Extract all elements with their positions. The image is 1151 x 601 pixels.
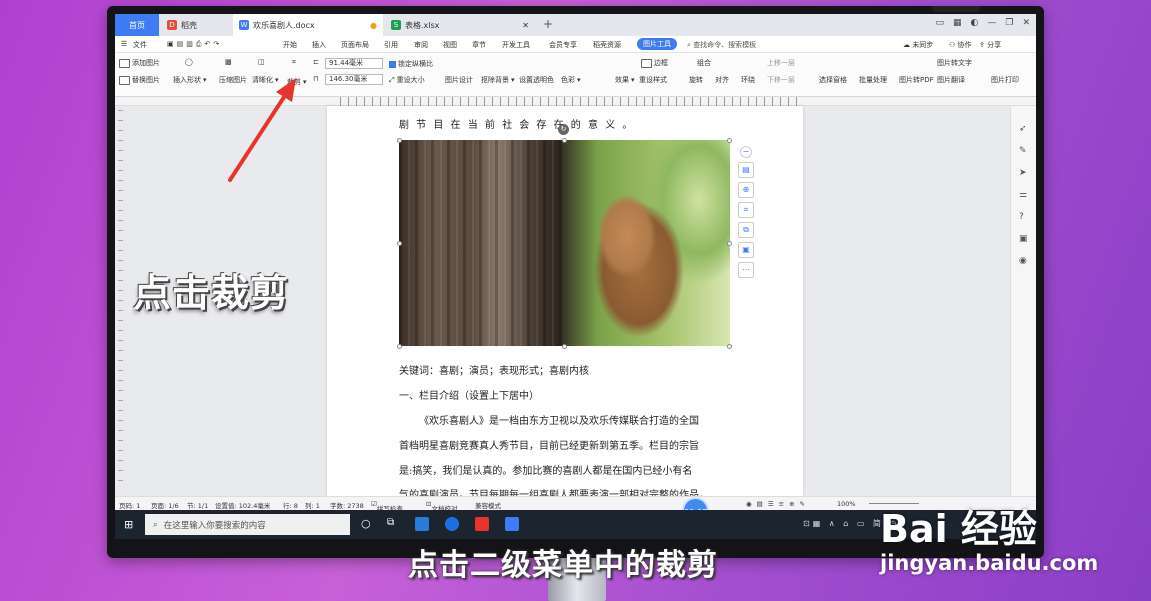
instruction-overlay: 点击裁剪 — [133, 271, 290, 315]
video-subtitle: 点击二级菜单中的裁剪 — [408, 548, 718, 583]
baidu-watermark: Bai 经验 — [880, 507, 1037, 551]
baidu-watermark-url: jingyan.baidu.com — [880, 551, 1099, 575]
